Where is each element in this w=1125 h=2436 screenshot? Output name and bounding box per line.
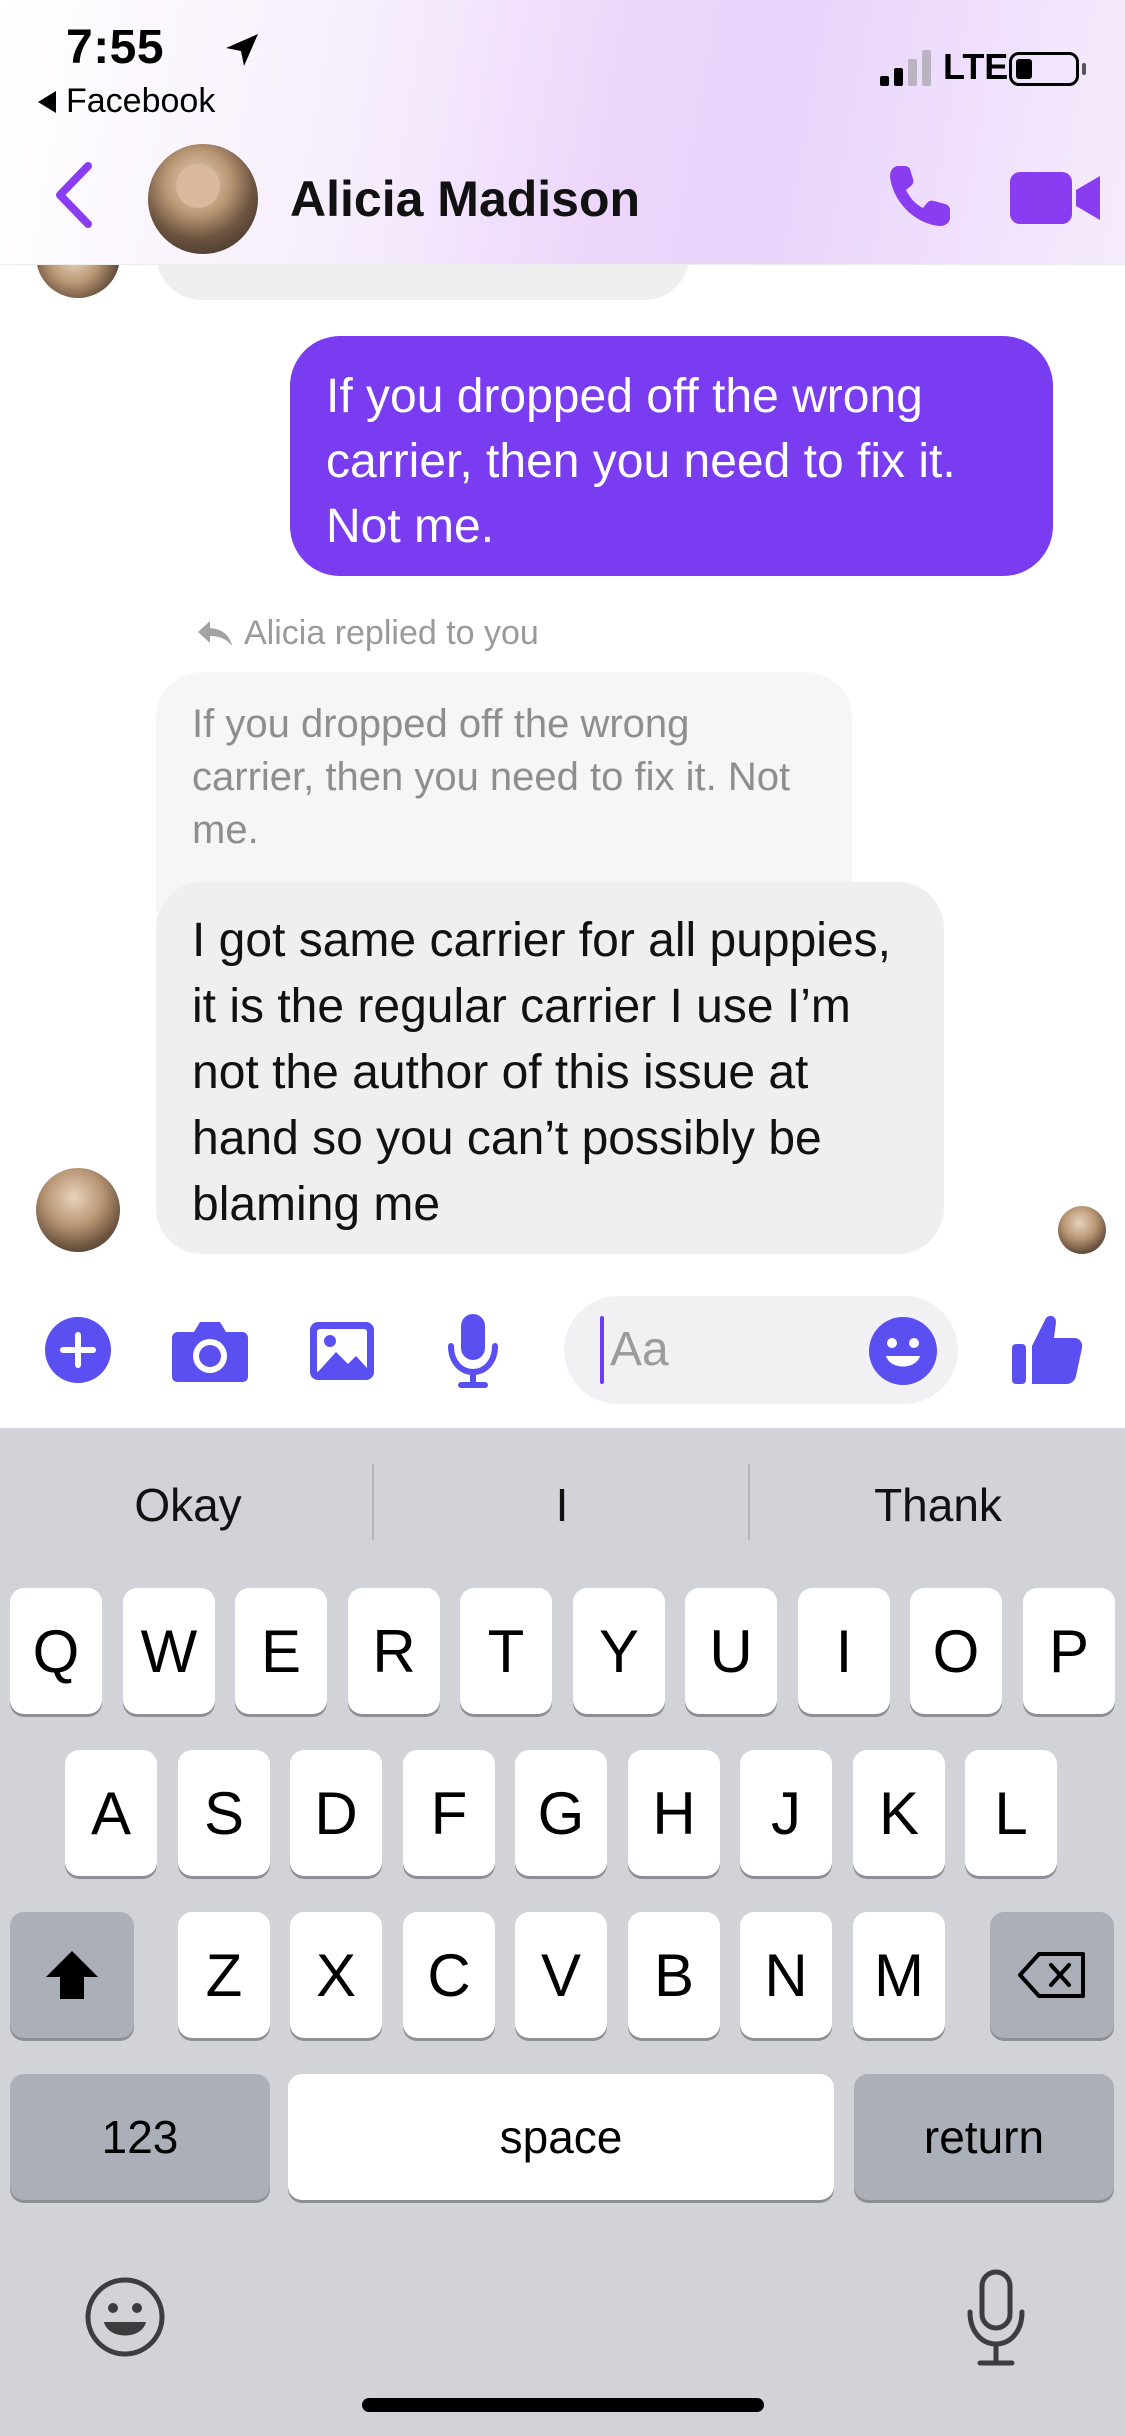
contact-avatar-small[interactable] — [36, 1168, 120, 1252]
back-chevron-icon[interactable] — [52, 160, 96, 230]
microphone-icon[interactable] — [446, 1312, 500, 1390]
thumbs-up-icon[interactable] — [1010, 1312, 1084, 1386]
sent-message-bubble[interactable]: If you dropped off the wrong carrier, th… — [290, 336, 1053, 576]
sent-message-text: If you dropped off the wrong carrier, th… — [326, 370, 956, 553]
contact-avatar[interactable] — [148, 144, 258, 254]
key-k[interactable]: K — [853, 1750, 945, 1876]
key-x[interactable]: X — [290, 1912, 382, 2038]
key-w[interactable]: W — [123, 1588, 215, 1714]
back-to-app-link[interactable]: Facebook — [38, 82, 215, 121]
seen-receipt-avatar — [1058, 1206, 1106, 1254]
prediction-divider — [372, 1464, 374, 1540]
quoted-message-text: If you dropped off the wrong carrier, th… — [192, 702, 791, 852]
received-message-text: I got same carrier for all puppies, it i… — [192, 914, 891, 1231]
emoji-icon[interactable] — [868, 1316, 938, 1386]
key-b[interactable]: B — [628, 1912, 720, 2038]
text-caret — [600, 1316, 604, 1384]
key-u[interactable]: U — [685, 1588, 777, 1714]
reply-indicator-text: Alicia replied to you — [244, 614, 539, 652]
backspace-icon — [1018, 1952, 1085, 1998]
key-s[interactable]: S — [178, 1750, 270, 1876]
key-y[interactable]: Y — [573, 1588, 665, 1714]
space-key[interactable]: space — [288, 2074, 834, 2200]
key-f[interactable]: F — [403, 1750, 495, 1876]
key-h[interactable]: H — [628, 1750, 720, 1876]
ios-keyboard: Okay I Thank Q W E R T Y U I O P A S D F… — [0, 1428, 1125, 2436]
back-triangle-icon — [38, 91, 56, 113]
home-indicator[interactable] — [362, 2398, 764, 2412]
plus-icon[interactable] — [44, 1316, 112, 1384]
key-o[interactable]: O — [910, 1588, 1002, 1714]
key-l[interactable]: L — [965, 1750, 1057, 1876]
key-t[interactable]: T — [460, 1588, 552, 1714]
back-app-label: Facebook — [66, 82, 216, 120]
shift-key[interactable] — [10, 1912, 134, 2038]
chat-header: 7:55 Facebook LTE Alicia Madison — [0, 0, 1125, 265]
key-z[interactable]: Z — [178, 1912, 270, 2038]
reply-indicator: Alicia replied to you — [196, 614, 539, 653]
status-time: 7:55 — [66, 21, 165, 74]
prediction-1[interactable]: Okay — [28, 1478, 348, 1532]
network-type: LTE — [943, 46, 1009, 87]
prediction-3[interactable]: Thank — [778, 1478, 1098, 1532]
messenger-screen: 7:55 Facebook LTE Alicia Madison If you … — [0, 0, 1125, 2436]
key-a[interactable]: A — [65, 1750, 157, 1876]
delete-key[interactable] — [990, 1912, 1114, 2038]
shift-arrow-icon — [46, 1951, 98, 1999]
received-message-bubble[interactable]: I got same carrier for all puppies, it i… — [156, 882, 944, 1254]
numbers-key[interactable]: 123 — [10, 2074, 270, 2200]
cellular-signal-icon — [880, 50, 931, 86]
battery-icon — [1009, 52, 1079, 86]
return-key[interactable]: return — [854, 2074, 1114, 2200]
key-g[interactable]: G — [515, 1750, 607, 1876]
video-call-icon[interactable] — [1008, 168, 1104, 228]
key-n[interactable]: N — [740, 1912, 832, 2038]
camera-icon[interactable] — [170, 1318, 250, 1384]
key-j[interactable]: J — [740, 1750, 832, 1876]
key-c[interactable]: C — [403, 1912, 495, 2038]
key-v[interactable]: V — [515, 1912, 607, 2038]
quoted-message-bubble[interactable]: If you dropped off the wrong carrier, th… — [156, 672, 852, 912]
key-m[interactable]: M — [853, 1912, 945, 2038]
gallery-icon[interactable] — [308, 1320, 376, 1382]
key-e[interactable]: E — [235, 1588, 327, 1714]
location-arrow-icon — [226, 34, 258, 66]
phone-call-icon[interactable] — [884, 160, 956, 232]
prediction-divider — [748, 1464, 750, 1540]
contact-name[interactable]: Alicia Madison — [290, 170, 640, 228]
battery-nub — [1082, 63, 1086, 75]
key-i[interactable]: I — [798, 1588, 890, 1714]
key-d[interactable]: D — [290, 1750, 382, 1876]
key-p[interactable]: P — [1023, 1588, 1115, 1714]
reply-arrow-icon — [198, 621, 232, 646]
dictation-microphone-icon[interactable] — [964, 2268, 1028, 2368]
emoji-keyboard-icon[interactable] — [84, 2276, 166, 2358]
key-q[interactable]: Q — [10, 1588, 102, 1714]
message-input-placeholder: Aa — [610, 1323, 669, 1376]
key-r[interactable]: R — [348, 1588, 440, 1714]
prediction-2[interactable]: I — [402, 1478, 722, 1532]
